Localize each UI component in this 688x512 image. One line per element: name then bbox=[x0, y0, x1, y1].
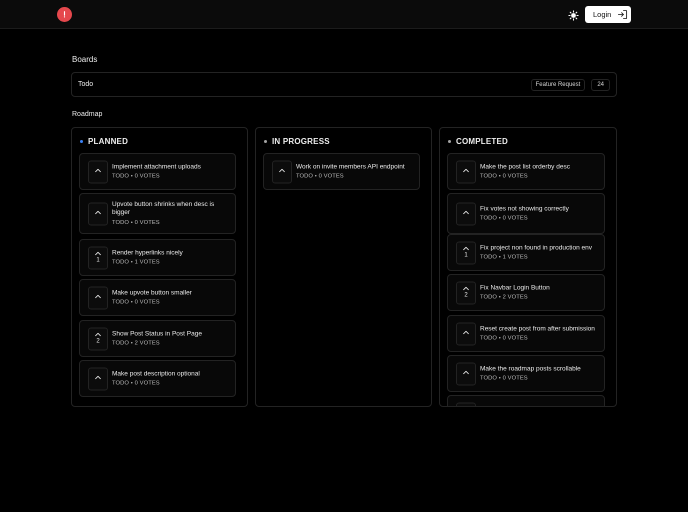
logo[interactable] bbox=[57, 7, 72, 22]
roadmap-post-card[interactable]: Work on invite members API endpoint TODO … bbox=[263, 153, 420, 190]
post-meta: TODO • 0 VOTES bbox=[112, 299, 160, 306]
chevron-up-icon bbox=[95, 332, 101, 337]
post-title: Fix Navbar Login Button bbox=[480, 284, 550, 292]
chevron-up-icon bbox=[95, 294, 101, 299]
roadmap-heading: Roadmap bbox=[72, 111, 103, 118]
post-meta: TODO • 0 VOTES bbox=[480, 335, 528, 342]
roadmap-post-card[interactable]: Implement attachment uploads TODO • 0 VOT… bbox=[79, 153, 236, 190]
chevron-up-icon bbox=[463, 168, 469, 173]
top-navbar: Login bbox=[0, 0, 688, 29]
upvote-button[interactable] bbox=[456, 362, 476, 385]
column-title: COMPLETED bbox=[456, 137, 509, 146]
roadmap-post-card[interactable]: Upvote button shrinks when desc is bigge… bbox=[79, 193, 236, 234]
theme-toggle-button[interactable] bbox=[566, 8, 580, 22]
post-title: Render hyperlinks nicely bbox=[112, 249, 183, 257]
post-meta: TODO • 0 VOTES bbox=[112, 220, 160, 227]
roadmap-column-completed: COMPLETED Make the post list orderby des… bbox=[439, 127, 617, 407]
upvote-button[interactable]: 1 bbox=[456, 241, 476, 264]
chevron-up-icon bbox=[95, 210, 101, 215]
column-title: PLANNED bbox=[88, 137, 129, 146]
chevron-up-icon bbox=[279, 168, 285, 173]
chevron-up-icon bbox=[95, 251, 101, 256]
roadmap-post-card[interactable] bbox=[447, 395, 605, 406]
post-meta: TODO • 0 VOTES bbox=[112, 173, 160, 180]
post-meta: TODO • 0 VOTES bbox=[112, 380, 160, 387]
post-meta: TODO • 0 VOTES bbox=[480, 173, 528, 180]
post-title: Work on invite members API endpoint bbox=[296, 163, 405, 171]
sign-in-icon bbox=[618, 9, 628, 20]
chevron-up-icon bbox=[463, 246, 469, 251]
upvote-button[interactable] bbox=[88, 286, 108, 309]
vote-count: 2 bbox=[464, 292, 468, 299]
chevron-up-icon bbox=[463, 210, 469, 215]
boards-heading: Boards bbox=[72, 55, 98, 64]
post-title: Make post description optional bbox=[112, 370, 200, 378]
post-meta: TODO • 0 VOTES bbox=[296, 173, 344, 180]
in-progress-status-dot bbox=[264, 140, 267, 143]
upvote-button[interactable]: 1 bbox=[88, 246, 108, 269]
login-button[interactable]: Login bbox=[585, 6, 631, 23]
chevron-up-icon bbox=[463, 286, 469, 291]
post-meta: TODO • 0 VOTES bbox=[480, 215, 528, 222]
vote-count: 2 bbox=[96, 338, 100, 345]
roadmap-post-card[interactable]: Make the roadmap posts scrollable TODO • … bbox=[447, 355, 605, 392]
board-row-todo[interactable]: Todo Feature Request 24 bbox=[71, 72, 617, 97]
post-title: Reset create post from after submission bbox=[480, 325, 595, 333]
roadmap-post-card[interactable]: Make the post list orderby desc TODO • 0 … bbox=[447, 153, 605, 190]
post-title: Fix votes not showing correctly bbox=[480, 205, 569, 213]
upvote-button[interactable] bbox=[456, 202, 476, 225]
sun-icon bbox=[567, 9, 579, 21]
post-title: Show Post Status in Post Page bbox=[112, 330, 202, 338]
upvote-button[interactable]: 2 bbox=[88, 327, 108, 350]
post-meta: TODO • 0 VOTES bbox=[480, 375, 528, 382]
planned-status-dot bbox=[80, 140, 83, 143]
post-title: Make the roadmap posts scrollable bbox=[480, 365, 581, 373]
roadmap-column-planned: PLANNED Implement attachment uploads TODO… bbox=[71, 127, 248, 407]
post-title: Make upvote button smaller bbox=[112, 289, 192, 297]
post-meta: TODO • 2 VOTES bbox=[480, 294, 528, 301]
roadmap-post-card[interactable]: 2 Fix Navbar Login Button TODO • 2 VOTES bbox=[447, 274, 605, 311]
post-meta: TODO • 1 VOTES bbox=[480, 254, 528, 261]
upvote-button[interactable] bbox=[272, 160, 292, 183]
chevron-up-icon bbox=[95, 168, 101, 173]
vote-count: 1 bbox=[96, 257, 100, 264]
logo-icon bbox=[63, 11, 66, 18]
upvote-button[interactable] bbox=[88, 202, 108, 225]
roadmap-post-card[interactable]: 2 Show Post Status in Post Page TODO • 2 V… bbox=[79, 320, 236, 357]
vote-count: 1 bbox=[464, 252, 468, 259]
completed-status-dot bbox=[448, 140, 451, 143]
upvote-button[interactable] bbox=[456, 402, 476, 406]
roadmap-post-card[interactable]: Reset create post from after submission T… bbox=[447, 315, 605, 352]
post-title: Implement attachment uploads bbox=[112, 163, 201, 171]
roadmap-column-in-progress: IN PROGRESS Work on invite members API e… bbox=[255, 127, 432, 407]
post-title: Upvote button shrinks when desc is bigge… bbox=[112, 200, 215, 217]
roadmap-post-card[interactable]: 1 Fix project non found in production env… bbox=[447, 234, 605, 271]
upvote-button[interactable] bbox=[456, 160, 476, 183]
post-title: Make the post list orderby desc bbox=[480, 163, 570, 171]
roadmap-post-card[interactable]: Make post description optional TODO • 0 V… bbox=[79, 360, 236, 397]
chevron-up-icon bbox=[95, 375, 101, 380]
roadmap-post-card[interactable]: Make upvote button smaller TODO • 0 VOTES bbox=[79, 279, 236, 316]
upvote-button[interactable] bbox=[88, 160, 108, 183]
upvote-button[interactable] bbox=[456, 322, 476, 345]
board-tag: Feature Request bbox=[530, 78, 586, 91]
roadmap-post-card[interactable]: Fix votes not showing correctly TODO • 0 … bbox=[447, 193, 605, 234]
column-title: IN PROGRESS bbox=[272, 137, 330, 146]
chevron-up-icon bbox=[463, 330, 469, 335]
roadmap-post-card[interactable]: 1 Render hyperlinks nicely TODO • 1 VOTES bbox=[79, 239, 236, 276]
login-label: Login bbox=[593, 10, 612, 19]
post-meta: TODO • 2 VOTES bbox=[112, 340, 160, 347]
upvote-button[interactable]: 2 bbox=[456, 281, 476, 304]
board-name: Todo bbox=[78, 81, 94, 88]
post-meta: TODO • 1 VOTES bbox=[112, 259, 160, 266]
chevron-up-icon bbox=[463, 370, 469, 375]
board-post-count: 24 bbox=[591, 78, 610, 91]
upvote-button[interactable] bbox=[88, 367, 108, 390]
post-title: Fix project non found in production env bbox=[480, 244, 593, 252]
